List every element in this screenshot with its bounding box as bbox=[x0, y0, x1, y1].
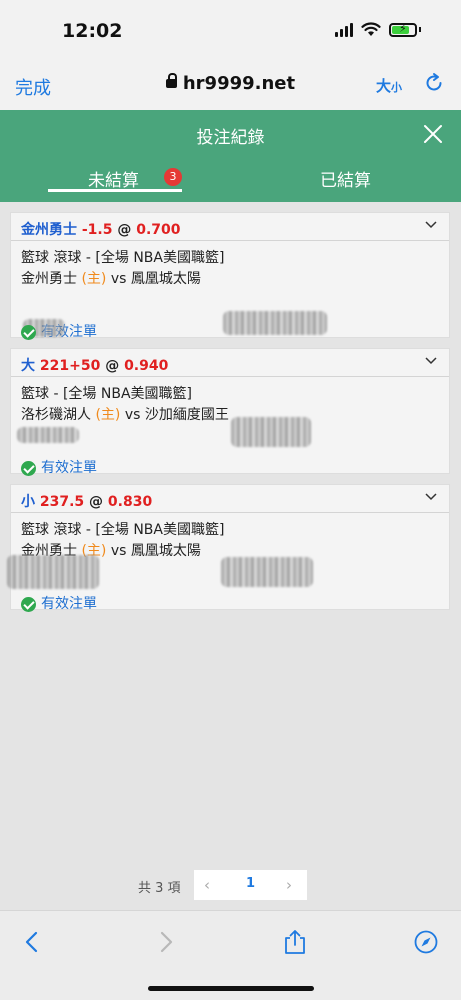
lock-icon bbox=[165, 73, 177, 88]
redacted-info bbox=[221, 557, 313, 587]
current-page[interactable]: 1 bbox=[246, 876, 255, 891]
redacted-info bbox=[7, 555, 99, 589]
next-page-button[interactable]: › bbox=[286, 876, 292, 894]
bet-matchup: 洛杉磯湖人 (主) vs 沙加緬度國王 bbox=[21, 405, 439, 426]
battery-icon: ⚡ bbox=[389, 22, 417, 37]
bet-odds: 0.830 bbox=[107, 494, 153, 510]
home-team: 金州勇士 bbox=[21, 271, 77, 287]
page-header: 投注紀錄 bbox=[0, 110, 461, 158]
bet-card: 小 237.5 @ 0.830 籃球 滾球 - [全場 NBA美國職籃] 金州勇… bbox=[7, 484, 450, 612]
browser-bar: 完成 hr9999.net 大小 bbox=[0, 60, 461, 110]
tab-unsettled[interactable]: 未結算 bbox=[88, 166, 139, 191]
url-text: hr9999.net bbox=[182, 73, 296, 94]
tab-settled[interactable]: 已結算 bbox=[320, 166, 371, 191]
bet-status: 有效注單 bbox=[21, 458, 439, 479]
away-team: 沙加緬度國王 bbox=[144, 407, 229, 423]
bet-status: 有效注單 bbox=[21, 594, 439, 615]
compass-icon[interactable] bbox=[413, 929, 439, 955]
pagination-controls: ‹ 1 › bbox=[194, 870, 307, 900]
bet-odds: 0.940 bbox=[124, 358, 169, 374]
reload-icon[interactable] bbox=[423, 72, 445, 94]
redacted-info bbox=[17, 427, 79, 443]
status-bar: 12:02 ⚡ bbox=[0, 0, 461, 60]
bet-matchup: 金州勇士 (主) vs 鳳凰城太陽 bbox=[21, 269, 439, 290]
away-team: 鳳凰城太陽 bbox=[130, 543, 201, 559]
bet-card-header[interactable]: 金州勇士 -1.5 @ 0.700 bbox=[11, 213, 449, 241]
text-size-small: 小 bbox=[391, 81, 403, 94]
text-size-button[interactable]: 大小 bbox=[376, 75, 402, 96]
bet-card-body: 籃球 - [全場 NBA美國職籃] 洛杉磯湖人 (主) vs 沙加緬度國王 有效… bbox=[11, 377, 449, 486]
check-circle-icon bbox=[21, 597, 36, 612]
bet-at: @ bbox=[89, 494, 104, 510]
bet-league: 籃球 滾球 - [全場 NBA美國職籃] bbox=[21, 250, 225, 266]
close-icon[interactable] bbox=[422, 123, 444, 145]
home-tag: (主) bbox=[81, 271, 107, 287]
bet-at: @ bbox=[105, 358, 120, 374]
vs-label: vs bbox=[124, 407, 141, 423]
chevron-down-icon[interactable] bbox=[425, 357, 437, 365]
bet-at: @ bbox=[117, 222, 132, 238]
bet-card-header[interactable]: 大 221+50 @ 0.940 bbox=[11, 349, 449, 377]
bet-card: 金州勇士 -1.5 @ 0.700 籃球 滾球 - [全場 NBA美國職籃] 金… bbox=[10, 212, 450, 340]
back-icon[interactable] bbox=[20, 929, 46, 955]
bet-league: 籃球 - [全場 NBA美國職籃] bbox=[21, 386, 192, 402]
chevron-down-icon[interactable] bbox=[425, 493, 437, 501]
status-time: 12:02 bbox=[62, 20, 123, 42]
redacted-info bbox=[223, 311, 327, 335]
bet-line: 221+50 bbox=[39, 358, 101, 374]
bet-selection: 金州勇士 bbox=[21, 222, 77, 238]
pagination-total: 共 3 項 bbox=[138, 881, 181, 896]
bet-card-body: 籃球 滾球 - [全場 NBA美國職籃] 金州勇士 (主) vs 鳳凰城太陽 有… bbox=[11, 241, 449, 350]
page-title: 投注紀錄 bbox=[196, 128, 265, 148]
vs-label: vs bbox=[110, 543, 127, 559]
bet-status-label: 有效注單 bbox=[41, 596, 97, 612]
bet-selection: 大 bbox=[21, 358, 35, 374]
tab-bar: 未結算 3 已結算 bbox=[0, 158, 461, 202]
home-team: 洛杉磯湖人 bbox=[21, 407, 91, 423]
pagination: 共 3 項 ‹ 1 › bbox=[0, 870, 461, 900]
bet-card-header[interactable]: 小 237.5 @ 0.830 bbox=[11, 485, 449, 513]
away-team: 鳳凰城太陽 bbox=[130, 271, 201, 287]
bet-selection: 小 bbox=[21, 494, 35, 510]
bet-league: 籃球 滾球 - [全場 NBA美國職籃] bbox=[21, 522, 225, 538]
text-size-big: 大 bbox=[376, 77, 392, 95]
share-icon[interactable] bbox=[282, 929, 308, 955]
home-tag: (主) bbox=[95, 407, 121, 423]
cellular-signal-icon bbox=[335, 22, 353, 37]
status-icons: ⚡ bbox=[335, 22, 421, 37]
prev-page-button[interactable]: ‹ bbox=[204, 876, 210, 894]
bet-card: 大 221+50 @ 0.940 籃球 - [全場 NBA美國職籃] 洛杉磯湖人… bbox=[10, 348, 450, 476]
vs-label: vs bbox=[110, 271, 127, 287]
bet-line: -1.5 bbox=[81, 222, 113, 238]
check-circle-icon bbox=[21, 325, 36, 340]
redacted-info bbox=[231, 417, 311, 447]
battery-cap bbox=[419, 27, 421, 32]
forward-icon[interactable] bbox=[152, 929, 178, 955]
chevron-down-icon[interactable] bbox=[425, 221, 437, 229]
bet-odds: 0.700 bbox=[136, 222, 181, 238]
home-indicator[interactable] bbox=[148, 986, 314, 991]
wifi-icon bbox=[361, 22, 381, 36]
bet-status-label: 有效注單 bbox=[41, 460, 97, 476]
check-circle-icon bbox=[21, 461, 36, 476]
active-tab-indicator bbox=[48, 189, 182, 192]
unsettled-count-badge: 3 bbox=[164, 168, 182, 186]
bet-line: 237.5 bbox=[39, 494, 85, 510]
bet-card-body: 籃球 滾球 - [全場 NBA美國職籃] 金州勇士 (主) vs 鳳凰城太陽 有… bbox=[7, 513, 449, 622]
